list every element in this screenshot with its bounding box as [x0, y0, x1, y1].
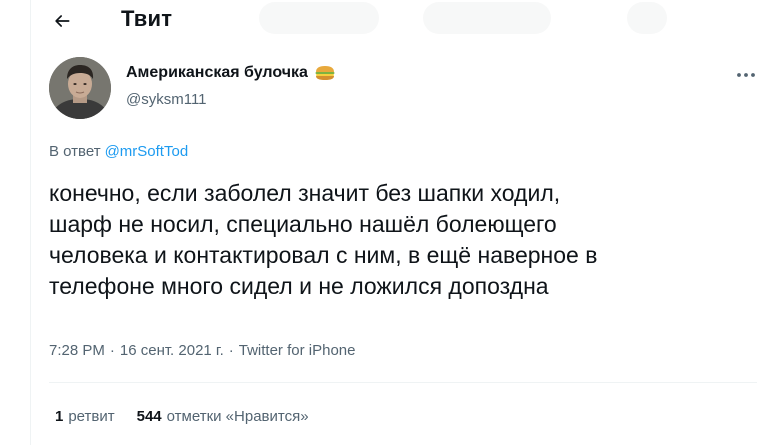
more-dots-icon — [737, 73, 755, 77]
meta-separator: · — [109, 342, 115, 359]
tweet-text-line: человека и контактировал с ним, в ещё на… — [49, 242, 598, 268]
meta-separator: · — [228, 342, 234, 359]
tweet-date[interactable]: 16 сент. 2021 г. — [120, 342, 224, 359]
back-button[interactable] — [45, 4, 79, 38]
tweet-column: Твит Американская булочка @syksm111 В от… — [30, 0, 780, 445]
arrow-left-icon — [55, 15, 70, 27]
sandwich-emoji-icon — [315, 66, 335, 80]
author-display-name[interactable]: Американская булочка — [126, 64, 308, 82]
divider — [49, 382, 757, 383]
tweet-text-line: конечно, если заболел значит без шапки х… — [49, 180, 561, 206]
tweet-text-line: телефоне много сидел и не ложился допозд… — [49, 273, 549, 299]
likes-stat[interactable]: 544 отметки «Нравится» — [137, 408, 309, 425]
more-options-button[interactable] — [731, 62, 761, 88]
retweets-stat[interactable]: 1 ретвит — [55, 408, 115, 425]
avatar[interactable] — [49, 57, 111, 119]
page-title: Твит — [121, 6, 173, 31]
reply-prefix: В ответ — [49, 143, 101, 160]
retweets-count: 1 — [55, 408, 64, 425]
tweet-text-line: шарф не носил, специально нашёл болеющег… — [49, 211, 557, 237]
tweet-stats: 1 ретвит 544 отметки «Нравится» — [55, 408, 309, 425]
avatar-photo — [49, 57, 111, 119]
reply-context: В ответ @mrSoftTod — [49, 143, 188, 160]
tweet-time[interactable]: 7:28 PM — [49, 342, 105, 359]
reply-mention-link[interactable]: @mrSoftTod — [105, 143, 189, 160]
tweet-source[interactable]: Twitter for iPhone — [239, 342, 356, 359]
likes-count: 544 — [136, 408, 162, 425]
author-name-row: Американская булочка — [126, 64, 336, 82]
tweet-text: конечно, если заболел значит без шапки х… — [49, 178, 749, 302]
tweet-meta: 7:28 PM · 16 сент. 2021 г. · Twitter for… — [49, 342, 355, 359]
page-header: Твит — [31, 0, 780, 42]
likes-label: отметки «Нравится» — [166, 408, 309, 425]
author-handle[interactable]: @syksm111 — [126, 91, 207, 108]
retweets-label: ретвит — [68, 408, 115, 425]
